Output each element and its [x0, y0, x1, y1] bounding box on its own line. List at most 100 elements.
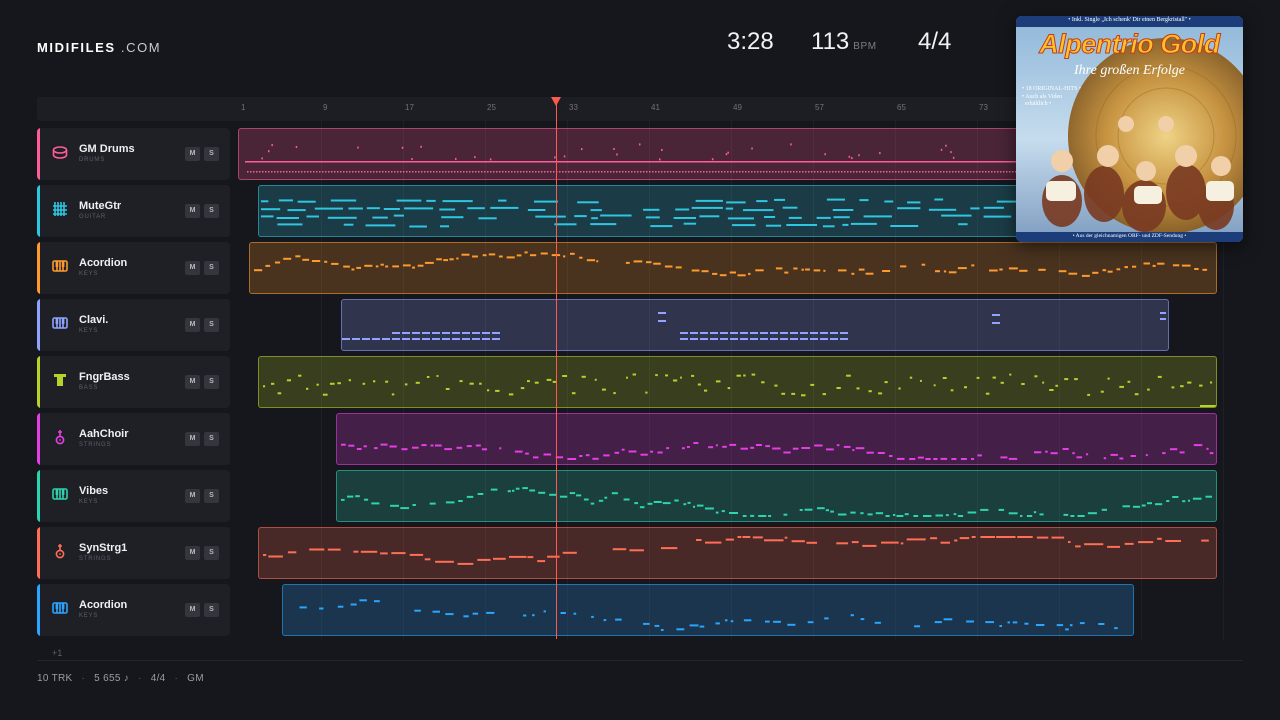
track-category: BASS: [79, 385, 99, 391]
ruler-tick: 9: [323, 103, 328, 112]
track-name: AahChoir: [79, 428, 129, 440]
clip-notes: [263, 373, 1216, 407]
ruler-tick: 17: [405, 103, 414, 112]
midi-clip[interactable]: [336, 470, 1217, 522]
mute-button[interactable]: M: [185, 489, 200, 503]
footer-track-count: 10 TRK: [37, 673, 73, 684]
keys-icon: [52, 258, 68, 274]
playhead[interactable]: [556, 99, 557, 639]
midi-clip[interactable]: [336, 413, 1217, 465]
track-name: Acordion: [79, 257, 128, 269]
track-header[interactable]: FngrBass BASS M S: [37, 356, 230, 408]
track-color-stripe: [37, 242, 40, 294]
track-header[interactable]: Vibes KEYS M S: [37, 470, 230, 522]
track-color-stripe: [37, 356, 40, 408]
mute-button[interactable]: M: [185, 432, 200, 446]
footer-note-count: 5 655 ♪: [94, 673, 130, 684]
cover-bullet-3: erhältlich •: [1025, 101, 1052, 107]
track-color-stripe: [37, 527, 40, 579]
track-category: STRINGS: [79, 442, 112, 448]
track-name: Acordion: [79, 599, 128, 611]
track-name: GM Drums: [79, 143, 135, 155]
playhead-handle[interactable]: [550, 97, 561, 106]
clip-notes: [342, 312, 1166, 340]
solo-button[interactable]: S: [204, 375, 219, 389]
album-cover: • Inkl. Single „Ich schenk' Dir einen Be…: [1016, 16, 1243, 242]
violin-icon: [52, 429, 68, 445]
track-color-stripe: [37, 584, 40, 636]
midi-clip[interactable]: [258, 356, 1217, 408]
midi-clip[interactable]: [282, 584, 1134, 636]
keys-icon: [52, 486, 68, 502]
bass-icon: [52, 372, 68, 388]
track-name: Clavi.: [79, 314, 109, 326]
guitar-icon: [52, 201, 68, 217]
brand-suffix: .COM: [115, 40, 162, 55]
track-color-stripe: [37, 185, 40, 237]
midi-clip[interactable]: [341, 299, 1169, 351]
solo-button[interactable]: S: [204, 432, 219, 446]
track-header[interactable]: MuteGtr GUITAR M S: [37, 185, 230, 237]
mute-button[interactable]: M: [185, 375, 200, 389]
brand-name: MIDIFILES: [37, 40, 116, 55]
track-category: DRUMS: [79, 157, 105, 163]
brand-logo: MIDIFILES .COM: [37, 40, 161, 55]
ruler-tick: 25: [487, 103, 496, 112]
mute-button[interactable]: M: [185, 261, 200, 275]
mute-button[interactable]: M: [185, 204, 200, 218]
cover-artist: Alpentrio Gold: [1039, 29, 1221, 60]
footer-divider: [37, 660, 1243, 661]
solo-button[interactable]: S: [204, 261, 219, 275]
time-display: 3:28: [727, 28, 774, 55]
tempo-display: 113 BPM: [811, 28, 877, 56]
cover-bullet-2: • Auch als Video: [1022, 94, 1063, 100]
solo-button[interactable]: S: [204, 204, 219, 218]
track-category: GUITAR: [79, 214, 107, 220]
clip-notes: [341, 442, 1214, 460]
midi-clip[interactable]: [258, 527, 1217, 579]
solo-button[interactable]: S: [204, 603, 219, 617]
mute-button[interactable]: M: [185, 603, 200, 617]
track-color-stripe: [37, 128, 40, 180]
ruler-tick: 65: [897, 103, 906, 112]
track-header[interactable]: Clavi. KEYS M S: [37, 299, 230, 351]
clip-notes: [299, 599, 1118, 631]
track-name: SynStrg1: [79, 542, 128, 554]
violin-icon: [52, 543, 68, 559]
track-header[interactable]: SynStrg1 STRINGS M S: [37, 527, 230, 579]
track-name: Vibes: [79, 485, 109, 497]
track-header[interactable]: GM Drums DRUMS M S: [37, 128, 230, 180]
track-header[interactable]: Acordion KEYS M S: [37, 242, 230, 294]
track-category: KEYS: [79, 499, 99, 505]
track-category: STRINGS: [79, 556, 112, 562]
solo-button[interactable]: S: [204, 147, 219, 161]
clip-notes: [341, 487, 1212, 517]
midi-clip[interactable]: [249, 242, 1217, 294]
footer-meter: 4/4: [150, 673, 166, 684]
ruler-tick: 41: [651, 103, 660, 112]
footer-standard: GM: [187, 673, 204, 684]
mute-button[interactable]: M: [185, 147, 200, 161]
cover-bottom-text: • Aus der gleichnamigen ORF- und ZDF-Sen…: [1072, 233, 1187, 239]
footer-summary: 10 TRK · 5 655 ♪ · 4/4 · GM: [37, 673, 204, 684]
ruler-tick: 57: [815, 103, 824, 112]
cover-subtitle: Ihre großen Erfolge: [1074, 63, 1185, 78]
track-color-stripe: [37, 470, 40, 522]
track-color-stripe: [37, 413, 40, 465]
mute-button[interactable]: M: [185, 546, 200, 560]
tempo-unit: BPM: [853, 41, 877, 52]
meter-display: 4/4: [918, 28, 952, 55]
ruler-tick: 73: [979, 103, 988, 112]
solo-button[interactable]: S: [204, 546, 219, 560]
more-tracks-indicator[interactable]: +1: [52, 648, 62, 658]
keys-icon: [52, 600, 68, 616]
solo-button[interactable]: S: [204, 489, 219, 503]
track-category: KEYS: [79, 271, 99, 277]
solo-button[interactable]: S: [204, 318, 219, 332]
track-name: MuteGtr: [79, 200, 122, 212]
track-header[interactable]: Acordion KEYS M S: [37, 584, 230, 636]
mute-button[interactable]: M: [185, 318, 200, 332]
track-header[interactable]: AahChoir STRINGS M S: [37, 413, 230, 465]
clip-notes: [254, 251, 1208, 277]
ruler-tick: 49: [733, 103, 742, 112]
